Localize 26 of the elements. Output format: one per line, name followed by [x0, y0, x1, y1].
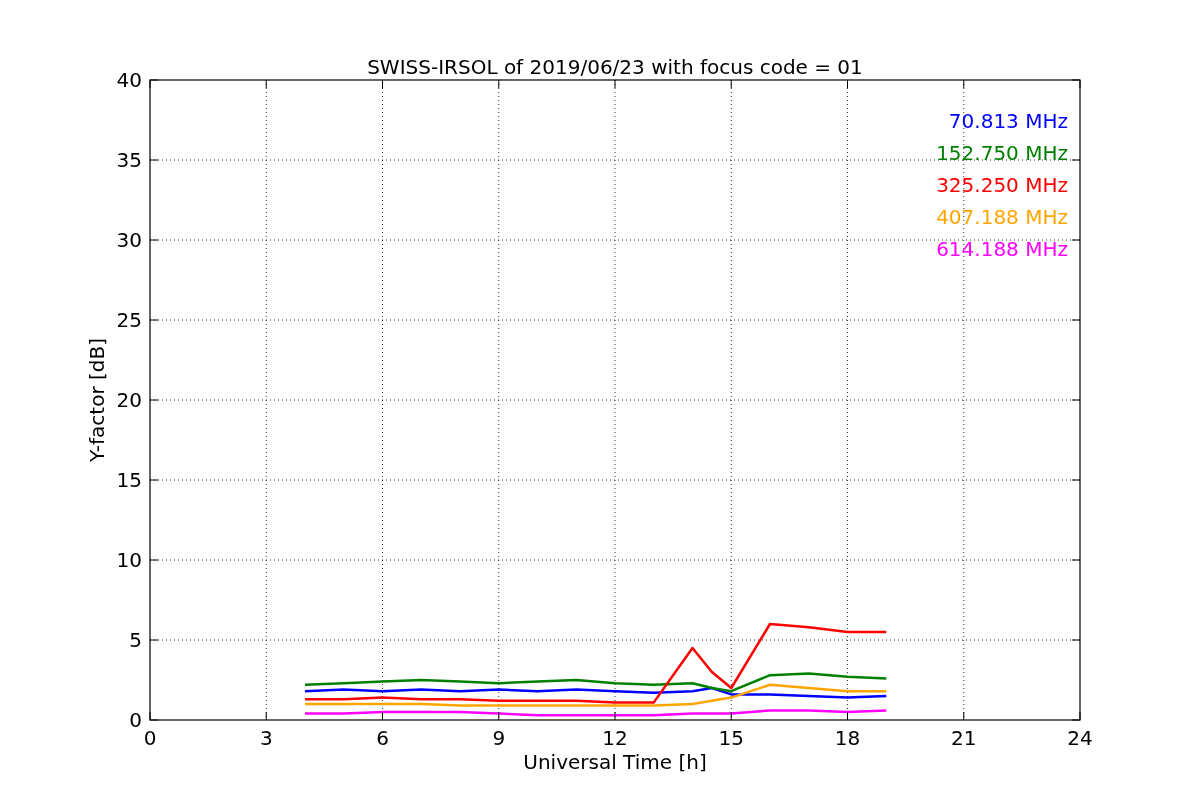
y-tick-label: 10	[116, 548, 142, 572]
x-tick-label: 3	[259, 726, 273, 750]
x-tick-label: 0	[143, 726, 157, 750]
legend-label: 325.250 MHz	[936, 173, 1068, 197]
y-axis-label: Y-factor [dB]	[85, 338, 109, 462]
chart-title: SWISS-IRSOL of 2019/06/23 with focus code = 01	[367, 55, 863, 79]
y-tick-label: 20	[116, 388, 142, 412]
legend-label: 152.750 MHz	[936, 141, 1068, 165]
x-tick-label: 15	[718, 726, 744, 750]
x-tick-label: 24	[1067, 726, 1093, 750]
legend-label: 407.188 MHz	[936, 205, 1068, 229]
y-tick-label: 40	[116, 68, 142, 92]
legend-label: 70.813 MHz	[948, 109, 1068, 133]
x-tick-label: 12	[602, 726, 628, 750]
y-tick-label: 0	[129, 708, 142, 732]
y-tick-label: 15	[116, 468, 142, 492]
legend-label: 614.188 MHz	[936, 237, 1068, 261]
y-tick-label: 25	[116, 308, 142, 332]
x-tick-label: 9	[492, 726, 506, 750]
y-tick-label: 35	[116, 148, 142, 172]
x-axis-label: Universal Time [h]	[523, 750, 707, 774]
x-tick-label: 18	[834, 726, 861, 750]
y-tick-label: 5	[129, 628, 142, 652]
x-tick-label: 21	[951, 726, 977, 750]
y-tick-label: 30	[116, 228, 142, 252]
x-tick-label: 6	[376, 726, 389, 750]
